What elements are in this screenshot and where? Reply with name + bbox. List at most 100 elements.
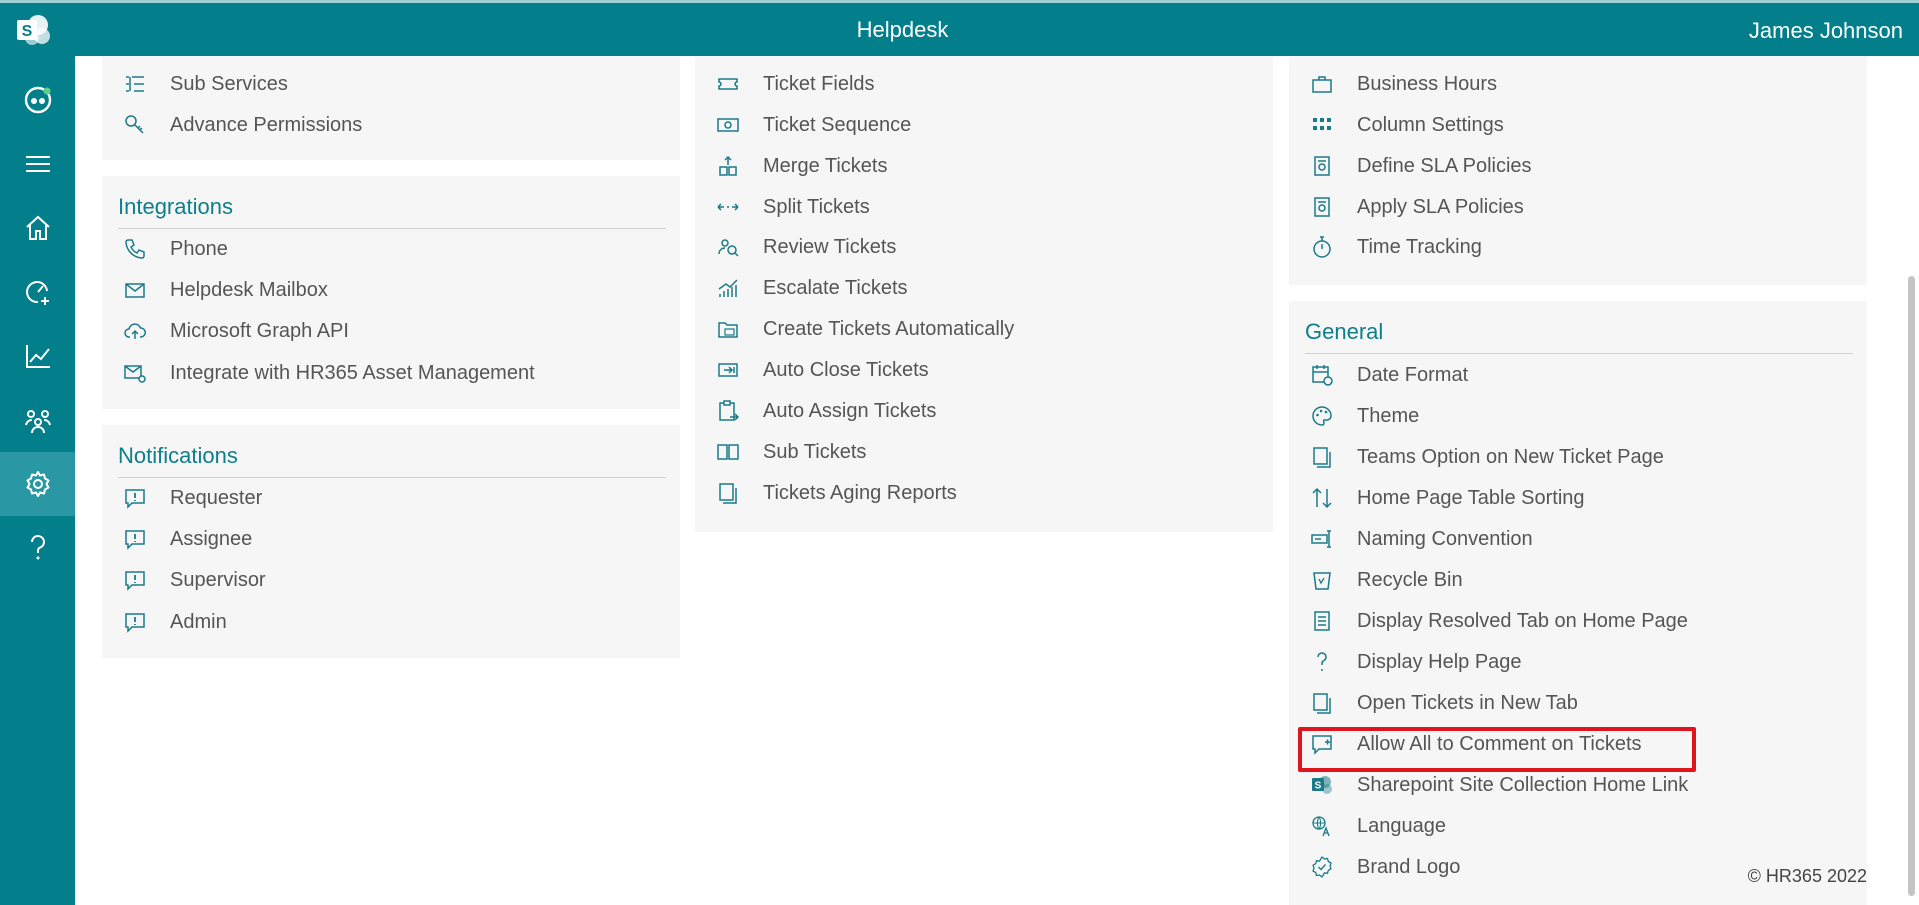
panel-services: Sub Services Advance Permissions [102, 56, 680, 160]
list-item-business-hours[interactable]: Business Hours [1307, 69, 1497, 99]
list-item-language[interactable]: Language [1307, 811, 1446, 841]
cloud-upload-icon [120, 318, 150, 344]
list-item-ticket-fields[interactable]: Ticket Fields [713, 69, 875, 99]
recycle-bin-icon [1307, 567, 1337, 593]
list-item-apply-sla-policies[interactable]: Apply SLA Policies [1307, 192, 1524, 222]
svg-text:S: S [1315, 781, 1322, 792]
sharepoint-icon: S [1307, 772, 1337, 798]
merge-icon [713, 153, 743, 179]
exit-box-icon [713, 357, 743, 383]
alert-message-icon [120, 485, 150, 511]
divider [118, 228, 666, 229]
help-icon[interactable] [0, 516, 75, 580]
list-item-ticket-sequence[interactable]: Ticket Sequence [713, 110, 911, 140]
highlight-box [1298, 727, 1696, 772]
sort-arrows-icon [1307, 485, 1337, 511]
copy-pages-icon [713, 480, 743, 506]
reports-icon[interactable] [0, 324, 75, 388]
menu-icon[interactable] [0, 132, 75, 196]
list-item-define-sla-policies[interactable]: Define SLA Policies [1307, 151, 1532, 181]
panel-sla: Business Hours Column Settings Define SL… [1289, 56, 1867, 285]
panel-integrations: Integrations Phone Helpdesk Mailbox Micr… [102, 176, 680, 409]
chart-up-icon [713, 275, 743, 301]
list-item-recycle-bin[interactable]: Recycle Bin [1307, 565, 1463, 595]
user-name[interactable]: James Johnson [1749, 18, 1903, 44]
calendar-clock-icon [1307, 362, 1337, 388]
list-item-sharepoint-home-link[interactable]: S Sharepoint Site Collection Home Link [1307, 770, 1688, 800]
list-item-requester[interactable]: Requester [120, 483, 262, 513]
section-heading-notifications: Notifications [118, 443, 238, 468]
list-item-display-resolved-tab[interactable]: Display Resolved Tab on Home Page [1307, 606, 1688, 636]
list-item-advance-permissions[interactable]: Advance Permissions [120, 110, 362, 140]
alert-message-icon [120, 609, 150, 635]
list-item-sub-services[interactable]: Sub Services [120, 69, 288, 99]
app-title: Helpdesk [856, 17, 949, 42]
ticket-icon [713, 71, 743, 97]
list-item-date-format[interactable]: Date Format [1307, 360, 1468, 390]
settings-icon[interactable] [0, 452, 75, 516]
copy-pages-icon [1307, 690, 1337, 716]
split-panel-icon [713, 439, 743, 465]
stopwatch-icon [1307, 234, 1337, 260]
list-item-create-tickets-automatically[interactable]: Create Tickets Automatically [713, 314, 1014, 344]
key-icon [120, 112, 150, 138]
divider [118, 477, 666, 478]
list-item-microsoft-graph-api[interactable]: Microsoft Graph API [120, 316, 349, 346]
list-item-helpdesk-mailbox[interactable]: Helpdesk Mailbox [120, 275, 328, 305]
list-item-admin[interactable]: Admin [120, 607, 227, 637]
dashboard-icon[interactable] [0, 260, 75, 324]
grid-icon [1307, 112, 1337, 138]
list-item-supervisor[interactable]: Supervisor [120, 565, 266, 595]
panel-notifications: Notifications Requester Assignee Supervi… [102, 425, 680, 658]
copyright-text: © HR365 2022 [1747, 866, 1867, 886]
list-item-time-tracking[interactable]: Time Tracking [1307, 232, 1482, 262]
users-icon[interactable] [0, 388, 75, 452]
document-lines-icon [1307, 608, 1337, 634]
safe-icon [1307, 194, 1337, 220]
list-item-theme[interactable]: Theme [1307, 401, 1419, 431]
helpdesk-app-icon[interactable] [0, 68, 75, 132]
alert-message-icon [120, 526, 150, 552]
alert-message-icon [120, 567, 150, 593]
money-ticket-icon [713, 112, 743, 138]
home-icon[interactable] [0, 196, 75, 260]
people-review-icon [713, 234, 743, 260]
list-item-display-help-page[interactable]: Display Help Page [1307, 647, 1522, 677]
list-item-auto-close-tickets[interactable]: Auto Close Tickets [713, 355, 929, 385]
scrollbar[interactable] [1905, 56, 1919, 905]
badge-check-icon [1307, 854, 1337, 880]
list-item-teams-option[interactable]: Teams Option on New Ticket Page [1307, 442, 1664, 472]
translate-icon [1307, 813, 1337, 839]
top-bar: S Helpdesk James Johnson [0, 0, 1919, 56]
question-icon [1307, 649, 1337, 675]
list-item-open-tickets-new-tab[interactable]: Open Tickets in New Tab [1307, 688, 1578, 718]
safe-icon [1307, 153, 1337, 179]
split-arrows-icon [713, 194, 743, 220]
folder-mail-icon [713, 316, 743, 342]
section-heading-general: General [1305, 319, 1384, 344]
list-item-merge-tickets[interactable]: Merge Tickets [713, 151, 887, 181]
panel-tickets: Ticket Fields Ticket Sequence Merge Tick… [695, 56, 1273, 532]
list-item-integrate-asset-management[interactable]: Integrate with HR365 Asset Management [120, 358, 535, 388]
list-item-phone[interactable]: Phone [120, 234, 228, 264]
left-nav-rail [0, 56, 75, 905]
list-item-home-page-table-sorting[interactable]: Home Page Table Sorting [1307, 483, 1585, 513]
list-item-tickets-aging-reports[interactable]: Tickets Aging Reports [713, 478, 957, 508]
list-item-assignee[interactable]: Assignee [120, 524, 252, 554]
list-item-split-tickets[interactable]: Split Tickets [713, 192, 870, 222]
list-item-sub-tickets[interactable]: Sub Tickets [713, 437, 866, 467]
list-item-auto-assign-tickets[interactable]: Auto Assign Tickets [713, 396, 936, 426]
phone-icon [120, 236, 150, 262]
list-item-column-settings[interactable]: Column Settings [1307, 110, 1504, 140]
section-heading-integrations: Integrations [118, 194, 233, 219]
list-tree-icon [120, 71, 150, 97]
mail-icon [120, 277, 150, 303]
list-item-naming-convention[interactable]: Naming Convention [1307, 524, 1533, 554]
list-item-review-tickets[interactable]: Review Tickets [713, 232, 896, 262]
mail-settings-icon [120, 360, 150, 386]
panel-general: General Date Format Theme Teams Option o… [1289, 301, 1867, 905]
clipboard-arrow-icon [713, 398, 743, 424]
list-item-escalate-tickets[interactable]: Escalate Tickets [713, 273, 908, 303]
list-item-brand-logo[interactable]: Brand Logo [1307, 852, 1460, 882]
scrollbar-thumb[interactable] [1908, 276, 1915, 896]
